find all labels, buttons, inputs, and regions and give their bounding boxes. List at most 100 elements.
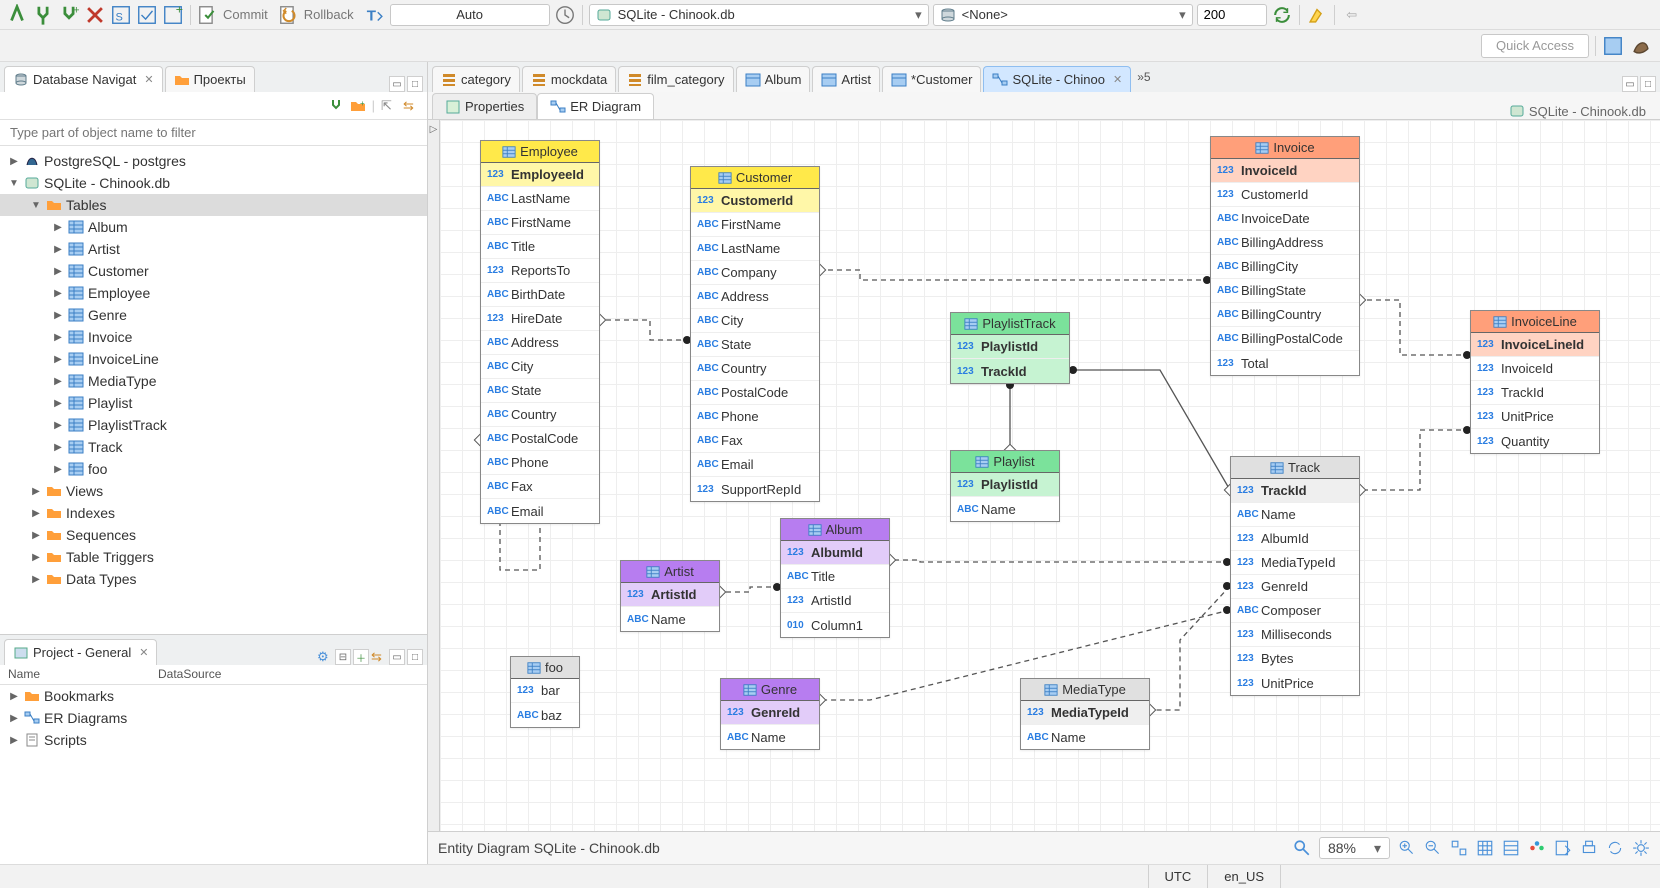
tree-item-sqlite-chinook-db[interactable]: ▼SQLite - Chinook.db [0,172,427,194]
export-icon[interactable] [1554,839,1572,857]
entity-foo[interactable]: foo123barABCbaz [510,656,580,728]
entity-column-billingpostalcode[interactable]: ABCBillingPostalCode [1211,327,1359,351]
tree-item-views[interactable]: ▶Views [0,480,427,502]
minimize-icon[interactable]: ▭ [389,76,405,92]
tab-database-navigator[interactable]: Database Navigat ✕ [4,66,163,92]
perspective-dbeaver-icon[interactable] [1630,35,1652,57]
layout-icon[interactable] [1450,839,1468,857]
entity-column-customerid[interactable]: 123CustomerId [691,189,819,213]
entity-column-billingstate[interactable]: ABCBillingState [1211,279,1359,303]
datasource-combo[interactable]: SQLite - Chinook.db ▾ [589,4,929,26]
entity-column-bytes[interactable]: 123Bytes [1231,647,1359,671]
entity-column-artistid[interactable]: 123ArtistId [781,589,889,613]
plug-connect-icon[interactable] [32,4,54,26]
entity-column-name[interactable]: ABCName [621,607,719,631]
commit-label[interactable]: Commit [223,7,268,22]
close-icon[interactable]: ✕ [139,646,148,659]
entity-column-billingcity[interactable]: ABCBillingCity [1211,255,1359,279]
tree-item-invoiceline[interactable]: ▶InvoiceLine [0,348,427,370]
entity-column-city[interactable]: ABCCity [481,355,599,379]
entity-column-trackid[interactable]: 123TrackId [951,359,1069,383]
schema-combo[interactable]: <None> ▾ [933,4,1193,26]
entity-column-invoicedate[interactable]: ABCInvoiceDate [1211,207,1359,231]
entity-header[interactable]: PlaylistTrack [951,313,1069,335]
expand-arrow-icon[interactable]: ▶ [52,420,64,431]
add-icon[interactable]: ＋ [353,649,369,665]
diagram-canvas[interactable]: ▷ [428,120,1660,832]
entity-column-genreid[interactable]: 123GenreId [1231,575,1359,599]
editor-tab-artist[interactable]: Artist [812,66,880,92]
zoom-combo[interactable]: 88% ▾ [1319,837,1390,859]
tree-item-postgresql-postgres[interactable]: ▶PostgreSQL - postgres [0,150,427,172]
entity-genre[interactable]: Genre123GenreIdABCName [720,678,820,750]
tree-item-track[interactable]: ▶Track [0,436,427,458]
tree-item-playlist[interactable]: ▶Playlist [0,392,427,414]
entity-column-name[interactable]: ABCName [1231,503,1359,527]
link-icon[interactable]: ⇆ [371,649,387,665]
entity-column-phone[interactable]: ABCPhone [691,405,819,429]
zoom-out-icon[interactable] [1424,839,1442,857]
expand-arrow-icon[interactable]: ▶ [52,266,64,277]
editor-tab-film-category[interactable]: film_category [618,66,733,92]
perspective-db-icon[interactable] [1602,35,1624,57]
expand-arrow-icon[interactable]: ▶ [30,574,42,585]
expand-arrow-icon[interactable]: ▶ [8,156,20,167]
entity-column-city[interactable]: ABCCity [691,309,819,333]
entity-column-invoiceid[interactable]: 123InvoiceId [1211,159,1359,183]
entity-column-address[interactable]: ABCAddress [691,285,819,309]
rollback-label[interactable]: Rollback [304,7,354,22]
expand-arrow-icon[interactable]: ▶ [52,376,64,387]
entity-artist[interactable]: Artist123ArtistIdABCName [620,560,720,632]
new-connection-icon[interactable] [6,4,28,26]
entity-header[interactable]: Customer [691,167,819,189]
expand-arrow-icon[interactable]: ▶ [30,530,42,541]
entity-column-postalcode[interactable]: ABCPostalCode [691,381,819,405]
entity-mediatype[interactable]: MediaType123MediaTypeIdABCName [1020,678,1150,750]
close-icon[interactable]: ✕ [1113,73,1122,86]
tree-item-indexes[interactable]: ▶Indexes [0,502,427,524]
collapse-all-icon[interactable]: ⊟ [335,649,351,665]
entity-column-composer[interactable]: ABCComposer [1231,599,1359,623]
entity-column-name[interactable]: ABCName [951,497,1059,521]
tx-mode-icon[interactable]: T [364,4,386,26]
entity-column-lastname[interactable]: ABCLastName [691,237,819,261]
plug-disconnect-icon[interactable] [84,4,106,26]
entity-header[interactable]: Genre [721,679,819,701]
entity-column-reportsto[interactable]: 123ReportsTo [481,259,599,283]
subtab-properties[interactable]: Properties [432,93,537,119]
entity-column-mediatypeid[interactable]: 123MediaTypeId [1231,551,1359,575]
entity-invoice[interactable]: Invoice123InvoiceId123CustomerIdABCInvoi… [1210,136,1360,376]
entity-column-email[interactable]: ABCEmail [481,499,599,523]
entity-column-total[interactable]: 123Total [1211,351,1359,375]
tab-project-general[interactable]: Project - General ✕ [4,639,157,665]
entity-column-genreid[interactable]: 123GenreId [721,701,819,725]
entity-header[interactable]: Track [1231,457,1359,479]
entity-column-title[interactable]: ABCTitle [481,235,599,259]
tree-item-playlisttrack[interactable]: ▶PlaylistTrack [0,414,427,436]
palette-icon[interactable] [1528,839,1546,857]
entity-playlisttrack[interactable]: PlaylistTrack123PlaylistId123TrackId [950,312,1070,384]
maximize-icon[interactable]: □ [1640,76,1656,92]
entity-column-invoicelineid[interactable]: 123InvoiceLineId [1471,333,1599,357]
expand-arrow-icon[interactable]: ▼ [8,178,20,189]
entity-column-quantity[interactable]: 123Quantity [1471,429,1599,453]
project-item-bookmarks[interactable]: ▶Bookmarks [0,685,427,707]
columns-icon[interactable] [1502,839,1520,857]
entity-column-playlistid[interactable]: 123PlaylistId [951,335,1069,359]
expand-arrow-icon[interactable]: ▶ [52,244,64,255]
entity-column-country[interactable]: ABCCountry [481,403,599,427]
expand-arrow-icon[interactable]: ▶ [52,288,64,299]
entity-album[interactable]: Album123AlbumIdABCTitle123ArtistId010Col… [780,518,890,638]
tree-item-artist[interactable]: ▶Artist [0,238,427,260]
expand-arrow-icon[interactable]: ▼ [30,200,42,211]
entity-header[interactable]: InvoiceLine [1471,311,1599,333]
tree-item-mediatype[interactable]: ▶MediaType [0,370,427,392]
entity-employee[interactable]: Employee123EmployeeIdABCLastNameABCFirst… [480,140,600,524]
editor-tab-category[interactable]: category [432,66,520,92]
entity-column-state[interactable]: ABCState [691,333,819,357]
entity-column-supportrepid[interactable]: 123SupportRepId [691,477,819,501]
editor-tab-album[interactable]: Album [736,66,811,92]
refresh-icon[interactable] [1606,839,1624,857]
expand-arrow-icon[interactable]: ▶ [52,398,64,409]
plug-add-icon[interactable]: + [58,4,80,26]
